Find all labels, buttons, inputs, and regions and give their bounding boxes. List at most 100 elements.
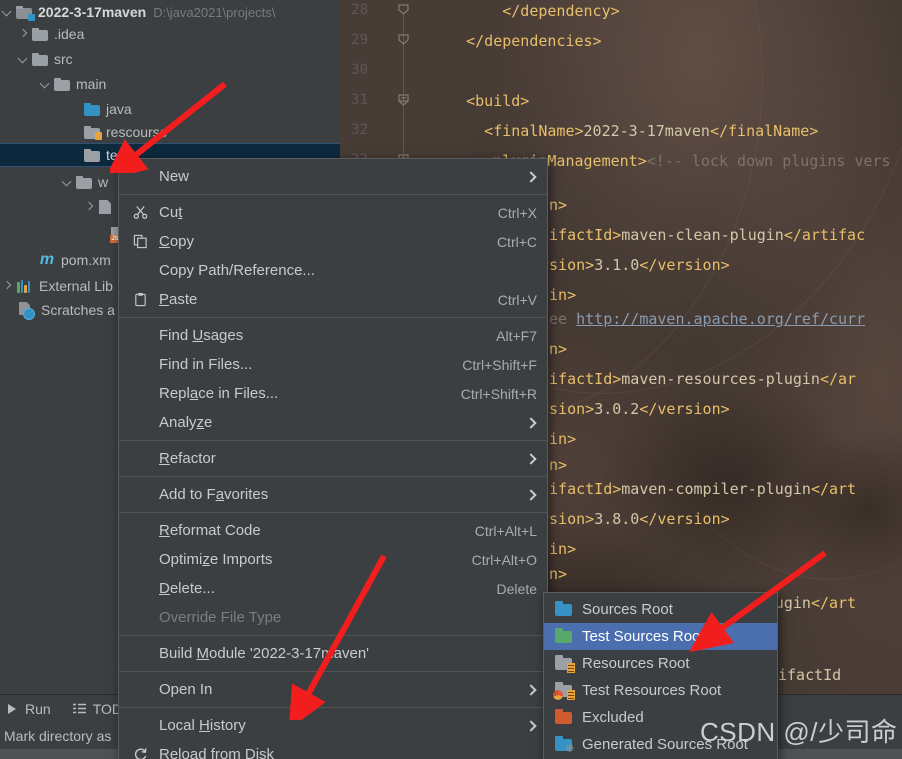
- menu-item-analyze[interactable]: Analyze: [119, 408, 547, 437]
- chevron-right-icon: [525, 684, 537, 696]
- submenu-item-test-resources-root[interactable]: Test Resources Root: [544, 677, 777, 704]
- line-number: 29: [351, 32, 368, 48]
- menu-item-label: Cut: [159, 204, 183, 221]
- menu-item-find-usages[interactable]: Find Usages Alt+F7: [119, 321, 547, 350]
- folder-icon: [32, 27, 48, 41]
- menu-item-add-to-favorites[interactable]: Add to Favorites: [119, 480, 547, 509]
- code-line: rsion>3.8.0</version>: [540, 510, 730, 528]
- file-icon: [98, 199, 113, 215]
- chevron-down-icon[interactable]: [60, 175, 74, 189]
- tree-item-label: Scratches a: [41, 302, 115, 318]
- tree-item-label: External Lib: [39, 278, 113, 294]
- chevron-down-icon[interactable]: [38, 77, 52, 91]
- chevron-right-icon: [525, 171, 537, 183]
- menu-item-label: Override File Type: [159, 609, 282, 626]
- menu-item-local-history[interactable]: Local History: [119, 711, 547, 740]
- menu-item-label: Open In: [159, 681, 213, 698]
- menu-item-reload-from-disk[interactable]: Reload from Disk: [119, 740, 547, 759]
- tree-item-label: w: [98, 174, 109, 190]
- menu-item-label: Copy: [159, 233, 195, 250]
- submenu-item-label: Sources Root: [582, 601, 673, 618]
- resources-folder-icon: [84, 125, 102, 140]
- gear-icon: ❋: [565, 743, 575, 755]
- tree-item-project-root[interactable]: 2022-3-17maven D:\java2021\projects\: [0, 0, 340, 24]
- menu-separator: [119, 671, 547, 672]
- todo-tool-button[interactable]: TOD: [72, 701, 122, 717]
- menu-item-build-module[interactable]: Build Module '2022-3-17maven': [119, 639, 547, 668]
- context-menu[interactable]: New Cut Ctrl+X Copy Ctrl+C Copy Path/Ref…: [118, 158, 548, 759]
- menu-item-label: Build Module '2022-3-17maven': [159, 645, 370, 662]
- folder-icon: [32, 52, 48, 66]
- chevron-down-icon[interactable]: [0, 5, 14, 19]
- code-line: tifactId>maven-clean-plugin</artifac: [540, 226, 866, 244]
- menu-separator: [119, 194, 547, 195]
- menu-separator: [119, 707, 547, 708]
- external-libraries-icon: [16, 279, 33, 293]
- chevron-right-icon[interactable]: [0, 279, 14, 293]
- menu-separator: [119, 440, 547, 441]
- menu-separator: [119, 635, 547, 636]
- menu-separator: [119, 317, 547, 318]
- csdn-watermark: CSDN @/少司命: [700, 717, 898, 747]
- menu-item-shortcut: Ctrl+Shift+F: [462, 356, 537, 373]
- menu-item-copy-path-reference[interactable]: Copy Path/Reference...: [119, 256, 547, 285]
- menu-item-label: Optimize Imports: [159, 551, 273, 568]
- run-label: Run: [25, 701, 51, 717]
- menu-item-shortcut: Ctrl+Alt+O: [471, 551, 537, 568]
- folder-icon: [54, 77, 70, 91]
- menu-item-label: Delete...: [159, 580, 215, 597]
- menu-item-shortcut: Ctrl+Shift+R: [460, 385, 537, 402]
- fold-end-marker[interactable]: [396, 32, 411, 47]
- menu-item-copy[interactable]: Copy Ctrl+C: [119, 227, 547, 256]
- tree-item-src[interactable]: src: [0, 47, 340, 71]
- test-resources-root-folder-icon: [553, 682, 575, 700]
- menu-item-label: Copy Path/Reference...: [159, 262, 315, 279]
- menu-item-open-in[interactable]: Open In: [119, 675, 547, 704]
- menu-item-shortcut: Ctrl+Alt+L: [474, 522, 537, 539]
- submenu-item-test-sources-root[interactable]: Test Sources Root: [544, 623, 777, 650]
- fold-end-marker[interactable]: [396, 2, 411, 17]
- chevron-down-icon[interactable]: [16, 52, 30, 66]
- code-line: ifactId: [778, 666, 842, 684]
- submenu-item-sources-root[interactable]: Sources Root: [544, 596, 777, 623]
- tree-item-java[interactable]: java: [0, 97, 340, 121]
- code-line: <finalName>2022-3-17maven</finalName>: [430, 122, 819, 140]
- menu-separator: [119, 476, 547, 477]
- menu-item-new[interactable]: New: [119, 162, 547, 191]
- menu-separator: [119, 512, 547, 513]
- menu-item-label: Refactor: [159, 450, 216, 467]
- menu-item-replace-in-files[interactable]: Replace in Files... Ctrl+Shift+R: [119, 379, 547, 408]
- chevron-right-icon[interactable]: [82, 200, 96, 214]
- menu-item-label: Analyze: [159, 414, 213, 431]
- menu-item-reformat-code[interactable]: Reformat Code Ctrl+Alt+L: [119, 516, 547, 545]
- chevron-right-icon[interactable]: [16, 27, 30, 41]
- menu-item-label: Find in Files...: [159, 356, 253, 373]
- submenu-item-resources-root[interactable]: Resources Root: [544, 650, 777, 677]
- code-line: </dependencies>: [430, 32, 602, 50]
- menu-item-optimize-imports[interactable]: Optimize Imports Ctrl+Alt+O: [119, 545, 547, 574]
- tree-item-main[interactable]: main: [0, 72, 340, 96]
- fold-collapse-marker[interactable]: [396, 92, 411, 107]
- menu-item-find-in-files[interactable]: Find in Files... Ctrl+Shift+F: [119, 350, 547, 379]
- code-line: <build>: [430, 92, 530, 110]
- code-line: </dependency>: [430, 2, 620, 20]
- menu-item-label: Paste: [159, 291, 198, 308]
- menu-item-delete[interactable]: Delete... Delete: [119, 574, 547, 603]
- tree-item-idea[interactable]: .idea: [0, 22, 340, 46]
- status-bar-text: Mark directory as: [4, 728, 112, 744]
- run-tool-button[interactable]: Run: [6, 701, 51, 717]
- menu-item-paste[interactable]: Paste Ctrl+V: [119, 285, 547, 314]
- submenu-item-label: Test Resources Root: [582, 682, 722, 699]
- scratches-icon: [18, 302, 35, 320]
- menu-item-cut[interactable]: Cut Ctrl+X: [119, 198, 547, 227]
- play-icon: [6, 703, 18, 715]
- menu-item-label: New: [159, 168, 190, 185]
- tree-item-label: java: [106, 101, 132, 117]
- ide-window: 28 29 30 31 32 33 </dependency> </depend…: [0, 0, 902, 759]
- folder-icon: [76, 175, 92, 189]
- menu-item-refactor[interactable]: Refactor: [119, 444, 547, 473]
- folder-icon: [84, 148, 100, 162]
- menu-item-label: Reload from Disk: [159, 746, 275, 759]
- tree-item-rescourse[interactable]: rescourse: [0, 120, 340, 144]
- menu-item-shortcut: Ctrl+V: [497, 291, 537, 308]
